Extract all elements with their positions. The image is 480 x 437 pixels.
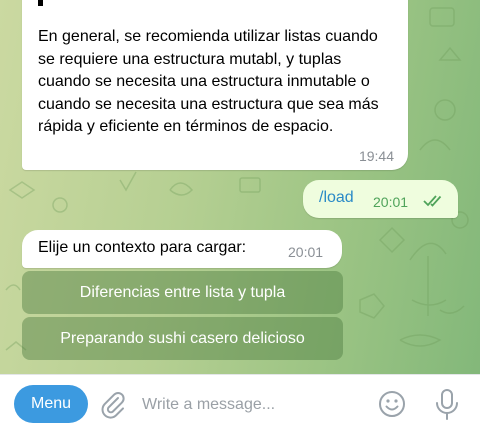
message-timestamp: 20:01 xyxy=(373,194,409,210)
outgoing-command-link[interactable]: /load xyxy=(319,189,354,207)
message-timestamp: 20:01 xyxy=(288,244,324,260)
previous-text-fragment xyxy=(38,0,43,6)
microphone-icon[interactable] xyxy=(434,388,460,422)
paperclip-icon[interactable] xyxy=(100,391,130,421)
message-composer: Menu xyxy=(0,374,480,437)
menu-button[interactable]: Menu xyxy=(14,385,88,423)
inline-button-sushi[interactable]: Preparando sushi casero delicioso xyxy=(22,317,343,360)
chat-background: En general, se recomienda utilizar lista… xyxy=(0,0,480,374)
message-timestamp: 19:44 xyxy=(358,148,394,164)
incoming-message-long: En general, se recomienda utilizar lista… xyxy=(22,0,408,170)
outgoing-message: /load 20:01 xyxy=(303,180,458,218)
double-check-icon xyxy=(423,195,442,207)
inline-button-lista-tupla[interactable]: Diferencias entre lista y tupla xyxy=(22,271,343,314)
message-input[interactable] xyxy=(140,389,364,421)
incoming-message-prompt: Elije un contexto para cargar: 20:01 xyxy=(22,230,342,268)
message-text: Elije un contexto para cargar: xyxy=(38,239,247,256)
message-text: En general, se recomienda utilizar lista… xyxy=(38,28,379,135)
emoji-icon[interactable] xyxy=(377,389,407,419)
